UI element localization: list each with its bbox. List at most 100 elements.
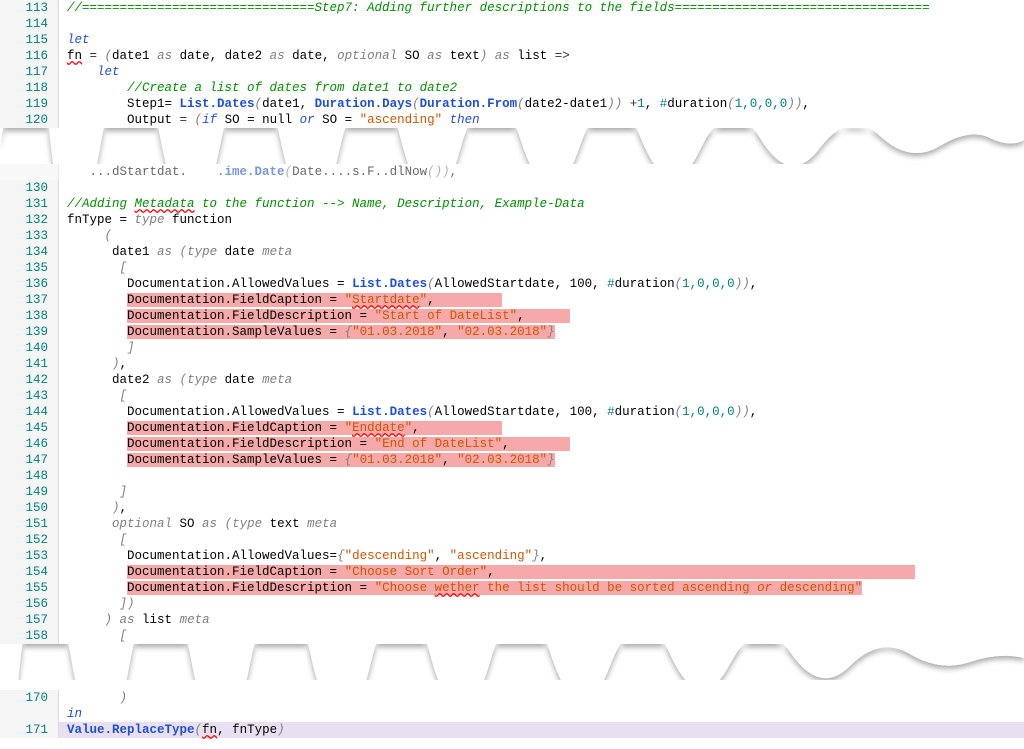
keyword-in: in	[67, 707, 82, 721]
comment: //Adding	[67, 197, 135, 211]
code-editor[interactable]: 113 //===============================Ste…	[0, 0, 1024, 738]
torn-edge	[0, 644, 1024, 680]
code-line[interactable]: 149 ]	[0, 484, 1024, 500]
highlighted-code: Documentation.SampleValues = {"01.03.201…	[127, 325, 555, 339]
code-line[interactable]: 114	[0, 16, 1024, 32]
line-number	[0, 706, 59, 722]
code-line[interactable]: 156 ])	[0, 596, 1024, 612]
line-number: 152	[0, 532, 59, 548]
line-number: 137	[0, 292, 59, 308]
code-line[interactable]: 131//Adding Metadata to the function -->…	[0, 196, 1024, 212]
code-line[interactable]: ...dStartdat. .ime.Date(Date....s.F..dlN…	[0, 164, 1024, 180]
code-line[interactable]: 120 Output = (if SO = null or SO = "asce…	[0, 112, 1024, 128]
code-line[interactable]: 152 [	[0, 532, 1024, 548]
highlighted-code: Documentation.FieldDescription = "Choose…	[127, 581, 862, 595]
line-number: 118	[0, 80, 59, 96]
code-line[interactable]: 145 Documentation.FieldCaption = "Enddat…	[0, 420, 1024, 436]
code-line[interactable]: 154 Documentation.FieldCaption = "Choose…	[0, 564, 1024, 580]
line-number: 131	[0, 196, 59, 212]
line-number: 170	[0, 690, 59, 706]
line-number: 145	[0, 420, 59, 436]
line-number: 117	[0, 64, 59, 80]
line-number: 132	[0, 212, 59, 228]
line-number: 155	[0, 580, 59, 596]
line-number: 139	[0, 324, 59, 340]
line-number: 113	[0, 0, 59, 16]
highlighted-code: Documentation.SampleValues = {"01.03.201…	[127, 453, 555, 467]
line-number: 150	[0, 500, 59, 516]
line-number: 153	[0, 548, 59, 564]
line-number: 158	[0, 628, 59, 644]
line-number: 171	[0, 722, 59, 738]
line-number: 140	[0, 340, 59, 356]
code-line[interactable]: 133 (	[0, 228, 1024, 244]
code-line[interactable]: 117 let	[0, 64, 1024, 80]
code-line[interactable]: 132fnType = type function	[0, 212, 1024, 228]
line-number: 135	[0, 260, 59, 276]
code-line[interactable]: 147 Documentation.SampleValues = {"01.03…	[0, 452, 1024, 468]
code-line[interactable]: 118 //Create a list of dates from date1 …	[0, 80, 1024, 96]
code-line[interactable]: 116 fn = (date1 as date, date2 as date, …	[0, 48, 1024, 64]
code-line[interactable]: 158 [	[0, 628, 1024, 644]
highlighted-code: Documentation.FieldCaption = "Startdate"…	[127, 293, 502, 307]
line-number: 147	[0, 452, 59, 468]
line-number: 141	[0, 356, 59, 372]
line-number: 156	[0, 596, 59, 612]
line-number: 130	[0, 180, 59, 196]
line-number: 151	[0, 516, 59, 532]
line-number: 120	[0, 112, 59, 128]
line-number: 116	[0, 48, 59, 64]
line-number: 136	[0, 276, 59, 292]
code-line[interactable]: 113 //===============================Ste…	[0, 0, 1024, 16]
code-line[interactable]: 115 let	[0, 32, 1024, 48]
code-line[interactable]: 140 ]	[0, 340, 1024, 356]
code-line[interactable]: 155 Documentation.FieldDescription = "Ch…	[0, 580, 1024, 596]
code-line[interactable]: 146 Documentation.FieldDescription = "En…	[0, 436, 1024, 452]
line-number: 157	[0, 612, 59, 628]
line-number: 149	[0, 484, 59, 500]
line-number: 134	[0, 244, 59, 260]
highlighted-code: Documentation.FieldDescription = "Start …	[127, 309, 570, 323]
line-number: 133	[0, 228, 59, 244]
keyword-let: let	[97, 65, 120, 79]
code-line[interactable]: 139 Documentation.SampleValues = {"01.03…	[0, 324, 1024, 340]
code-line[interactable]: in	[0, 706, 1024, 722]
code-line[interactable]: 157 ) as list meta	[0, 612, 1024, 628]
highlighted-code: Documentation.FieldCaption = "Choose Sor…	[127, 565, 915, 579]
code-line[interactable]: 153 Documentation.AllowedValues={"descen…	[0, 548, 1024, 564]
highlighted-code: Documentation.FieldCaption = "Enddate",	[127, 421, 502, 435]
line-number: 154	[0, 564, 59, 580]
code-line[interactable]: 150 ),	[0, 500, 1024, 516]
code-line[interactable]: 143 [	[0, 388, 1024, 404]
comment: //Create a list of dates from date1 to d…	[127, 81, 457, 95]
keyword-let: let	[67, 33, 90, 47]
code-line[interactable]: 148	[0, 468, 1024, 484]
code-line[interactable]: 119 Step1= List.Dates(date1, Duration.Da…	[0, 96, 1024, 112]
code-line[interactable]: 135 [	[0, 260, 1024, 276]
line-number: 142	[0, 372, 59, 388]
function-call: Value.ReplaceType	[67, 723, 195, 737]
code-line[interactable]: 144 Documentation.AllowedValues = List.D…	[0, 404, 1024, 420]
line-number: 144	[0, 404, 59, 420]
code-line[interactable]: 138 Documentation.FieldDescription = "St…	[0, 308, 1024, 324]
code-line[interactable]: 141 ),	[0, 356, 1024, 372]
code-line[interactable]: 130	[0, 180, 1024, 196]
line-number: 114	[0, 16, 59, 32]
code-line[interactable]: 142 date2 as (type date meta	[0, 372, 1024, 388]
code-line[interactable]: 170 )	[0, 690, 1024, 706]
code-line[interactable]: 134 date1 as (type date meta	[0, 244, 1024, 260]
torn-edge	[0, 128, 1024, 164]
line-number: 119	[0, 96, 59, 112]
line-number: 143	[0, 388, 59, 404]
line-number: 115	[0, 32, 59, 48]
code-line[interactable]: 136 Documentation.AllowedValues = List.D…	[0, 276, 1024, 292]
comment: //===============================Step7: …	[67, 1, 930, 15]
function-call: List.Dates	[180, 97, 255, 111]
code-line-active[interactable]: 171Value.ReplaceType(fn, fnType)	[0, 722, 1024, 738]
code-line[interactable]: 137 Documentation.FieldCaption = "Startd…	[0, 292, 1024, 308]
highlighted-code: Documentation.FieldDescription = "End of…	[127, 437, 570, 451]
line-number: 148	[0, 468, 59, 484]
code-line[interactable]: 151 optional SO as (type text meta	[0, 516, 1024, 532]
identifier: fn	[67, 49, 82, 63]
line-number	[0, 164, 59, 180]
